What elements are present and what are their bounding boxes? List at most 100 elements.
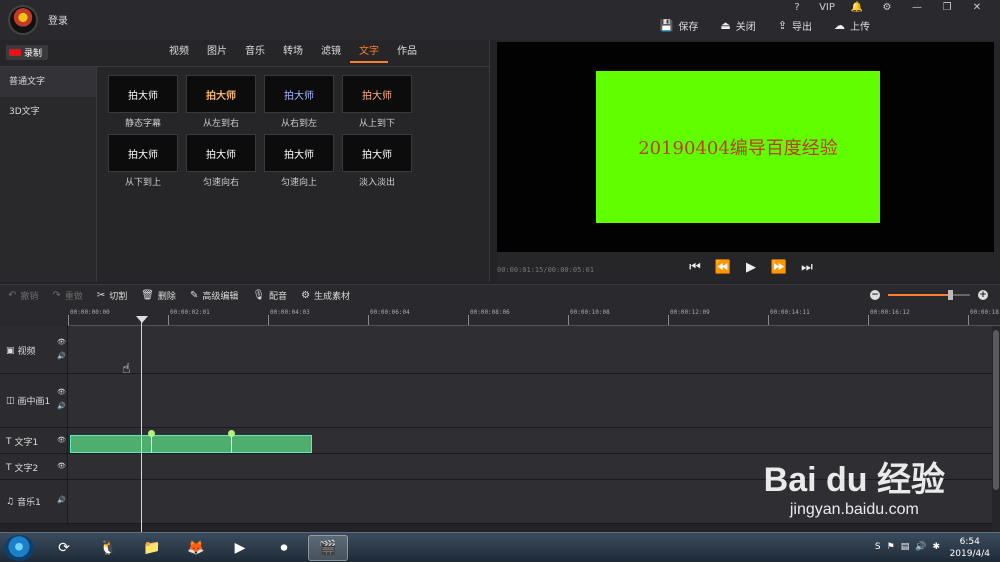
preset-thumbnail: 拍大师 [264, 134, 334, 172]
redo-button[interactable]: ↷ 重做 [52, 289, 82, 302]
vip-icon[interactable]: VIP [812, 2, 842, 16]
preset-tile[interactable]: 拍大师 从下到上 [108, 134, 178, 188]
track-lane[interactable] [68, 326, 992, 373]
media-app-icon[interactable]: ▶ [220, 535, 260, 561]
flag-icon[interactable]: ⚑ [887, 542, 895, 552]
ime-icon[interactable]: S [875, 542, 881, 552]
zoom-handle[interactable] [947, 290, 953, 300]
step-forward-icon[interactable]: ⏩ [765, 260, 793, 275]
video-editor-app-icon[interactable]: 🎬 [308, 535, 348, 561]
eye-icon[interactable]: 👁 [57, 388, 66, 396]
refresh-app-icon[interactable]: ⟳ [44, 535, 84, 561]
track-header: ♫ 音乐1 🔊 [0, 480, 68, 523]
preset-thumbnail: 拍大师 [108, 134, 178, 172]
tab-music[interactable]: 音乐 [236, 45, 274, 63]
step-back-icon[interactable]: ⏪ [709, 260, 737, 275]
tab-text[interactable]: 文字 [350, 45, 388, 63]
ruler-label: 00:00:16:12 [870, 309, 910, 316]
speaker-icon[interactable]: 🔊 [57, 496, 66, 504]
film-reel-icon: ⚙ [301, 290, 311, 301]
close-icon[interactable]: ✕ [962, 2, 992, 16]
speaker-icon[interactable]: 🔊 [57, 402, 66, 410]
zoom-slider[interactable] [888, 290, 970, 300]
undo-button[interactable]: ↶ 撤销 [8, 289, 38, 302]
restore-icon[interactable]: ❐ [932, 2, 962, 16]
preset-tile[interactable]: 拍大师 静态字幕 [108, 75, 178, 129]
speaker-icon[interactable]: 🔊 [57, 352, 66, 360]
avatar[interactable] [8, 5, 38, 35]
ruler-tick [168, 315, 169, 325]
upload-button[interactable]: ☁ 上传 [834, 18, 870, 33]
preset-tile[interactable]: 拍大师 匀速向右 [186, 134, 256, 188]
scrollbar-thumb[interactable] [993, 330, 999, 490]
play-icon[interactable]: ▶ [737, 260, 765, 275]
skip-end-icon[interactable]: ⏭ [793, 260, 821, 275]
network-icon[interactable]: ▤ [901, 542, 910, 552]
ruler-label: 00:00:00:00 [70, 309, 110, 316]
music-note-icon: ♫ [6, 496, 15, 507]
volume-icon[interactable]: 🔊 [915, 542, 926, 552]
zoom-in-icon[interactable]: + [978, 290, 988, 300]
delete-button[interactable]: 🗑 删除 [141, 289, 176, 302]
ruler-tick [468, 315, 469, 325]
preset-tile[interactable]: 拍大师 从右到左 [264, 75, 334, 129]
category-plain-text[interactable]: 普通文字 [0, 67, 96, 97]
skip-start-icon[interactable]: ⏮ [681, 260, 709, 275]
login-link[interactable]: 登录 [48, 12, 68, 27]
timeline-ruler[interactable]: 00:00:00:00 00:00:02:01 00:00:04:03 00:00:0… [68, 306, 1000, 326]
trash-icon: 🗑 [141, 290, 154, 301]
eye-icon[interactable]: 👁 [57, 338, 66, 346]
track-pip: ◫ 画中画1 👁 🔊 [0, 374, 1000, 428]
preset-thumbnail: 拍大师 [342, 75, 412, 113]
tab-filter[interactable]: 滤镜 [312, 45, 350, 63]
clock-time: 6:54 [959, 537, 980, 547]
redo-icon: ↷ [52, 290, 61, 301]
advanced-edit-button[interactable]: ✎ 高级编辑 [190, 289, 238, 302]
start-button[interactable] [4, 535, 34, 561]
tab-works[interactable]: 作品 [388, 45, 426, 63]
track-lane[interactable] [68, 374, 992, 427]
eye-icon[interactable]: 👁 [57, 436, 66, 444]
text-track-icon: T [6, 436, 12, 447]
track-label: ◫ 画中画1 [6, 394, 50, 408]
close-project-button[interactable]: ⏏ 关闭 [720, 18, 755, 33]
cut-button[interactable]: ✂ 切割 [97, 289, 127, 302]
text-clip[interactable] [70, 430, 312, 453]
preset-tile[interactable]: 拍大师 从上到下 [342, 75, 412, 129]
preset-label: 从左到右 [202, 119, 239, 129]
firefox-icon[interactable]: 🦊 [176, 535, 216, 561]
ruler-label: 00:00:10:08 [570, 309, 610, 316]
tab-image[interactable]: 图片 [198, 45, 236, 63]
timeline-scrollbar[interactable] [992, 326, 1000, 532]
folder-icon[interactable]: 📁 [132, 535, 172, 561]
export-button[interactable]: ⇪ 导出 [778, 18, 812, 33]
record-button[interactable]: 录制 [6, 45, 48, 60]
tab-transition[interactable]: 转场 [274, 45, 312, 63]
preview-screen: 20190404编导百度经验 [497, 42, 994, 252]
save-button[interactable]: 💾 保存 [660, 18, 699, 33]
preset-tile[interactable]: 拍大师 匀速向上 [264, 134, 334, 188]
category-3d-text[interactable]: 3D文字 [0, 97, 96, 127]
record-app-icon[interactable]: ⏺ [264, 535, 304, 561]
delete-label: 删除 [157, 292, 176, 302]
power-icon[interactable]: ✱ [932, 542, 940, 552]
clock[interactable]: 6:54 2019/4/4 [950, 536, 990, 560]
bell-icon[interactable]: 🔔 [842, 2, 872, 16]
dub-button[interactable]: 🎙 配音 [252, 289, 287, 302]
ruler-label: 00:00:04:03 [270, 309, 310, 316]
zoom-out-icon[interactable]: − [870, 290, 880, 300]
generate-button[interactable]: ⚙ 生成素材 [301, 289, 350, 302]
minimize-icon[interactable]: — [902, 2, 932, 16]
tab-video[interactable]: 视频 [160, 45, 198, 63]
preset-tile[interactable]: 拍大师 淡入淡出 [342, 134, 412, 188]
undo-icon: ↶ [8, 290, 17, 301]
help-icon[interactable]: ? [782, 2, 812, 16]
qq-icon[interactable]: 🐧 [88, 535, 128, 561]
playhead-line[interactable] [141, 316, 142, 532]
track-video: ▣ 视频 👁 🔊 [0, 326, 1000, 374]
playhead-handle[interactable] [136, 316, 148, 323]
eye-icon[interactable]: 👁 [57, 462, 66, 470]
gear-icon[interactable]: ⚙ [872, 2, 902, 16]
close-label: 关闭 [735, 22, 756, 33]
preset-tile[interactable]: 拍大师 从左到右 [186, 75, 256, 129]
